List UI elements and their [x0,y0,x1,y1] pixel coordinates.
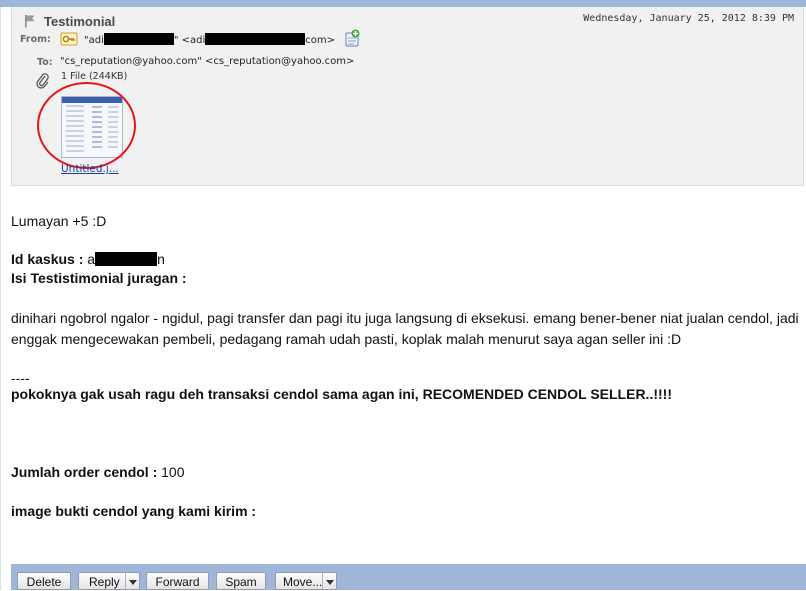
left-border [0,7,1,590]
spam-button[interactable]: Spam [216,572,266,590]
from-address[interactable]: "adi " <adi com> [84,33,335,46]
from-mid: " <adi [173,35,206,46]
conclusion-line: pokoknya gak usah ragu deh transaksi cen… [11,386,672,402]
to-address[interactable]: "cs_reputation@yahoo.com" <cs_reputation… [60,56,354,67]
image-label: image bukti cendol yang kami kirim : [11,503,257,519]
move-dropdown-arrow[interactable] [322,573,336,589]
id-kaskus-label: Id kaskus : [11,251,84,267]
from-suffix: com> [305,35,336,46]
message-subject: Testimonial [44,14,116,29]
add-contact-icon[interactable] [343,29,361,47]
flag-icon[interactable] [24,14,36,28]
id-kaskus-value-start: a [87,251,96,267]
delete-button[interactable]: Delete [17,572,71,590]
move-button[interactable]: Move... [275,572,337,590]
from-name-prefix: "adi [84,35,104,46]
order-label: Jumlah order cendol : [11,464,158,480]
separator-line: ---- [11,370,30,386]
redaction-bar [205,33,306,45]
attachment-summary: 1 File (244KB) [61,71,128,82]
key-icon[interactable] [60,30,78,48]
message-date: Wednesday, January 25, 2012 8:39 PM [583,13,794,24]
redaction-bar [95,252,158,266]
redaction-bar [103,33,174,45]
body-line-lumayan: Lumayan +5 :D [11,213,107,229]
order-line: Jumlah order cendol : 100 [11,464,185,480]
forward-button[interactable]: Forward [146,572,209,590]
reply-dropdown-arrow[interactable] [125,573,139,589]
paperclip-icon [36,73,49,89]
id-kaskus-line: Id kaskus : a n [11,251,165,267]
move-button-label: Move... [283,575,323,589]
testimonial-paragraph: dinihari ngobrol ngalor - ngidul, pagi t… [11,310,799,347]
action-toolbar: Delete Reply Forward Spam Move... [11,564,806,590]
top-border [0,0,806,7]
to-label: To: [37,57,53,68]
reply-button[interactable]: Reply [78,572,140,590]
annotation-circle [37,82,136,169]
testimonial-label: Isi Testistimonial juragan : [11,270,187,286]
attachment-link[interactable]: Untitled.j... [61,163,119,175]
id-kaskus-value-end: n [157,251,165,267]
from-label: From: [20,34,51,45]
order-value: 100 [161,464,185,480]
reply-button-label: Reply [89,575,120,589]
